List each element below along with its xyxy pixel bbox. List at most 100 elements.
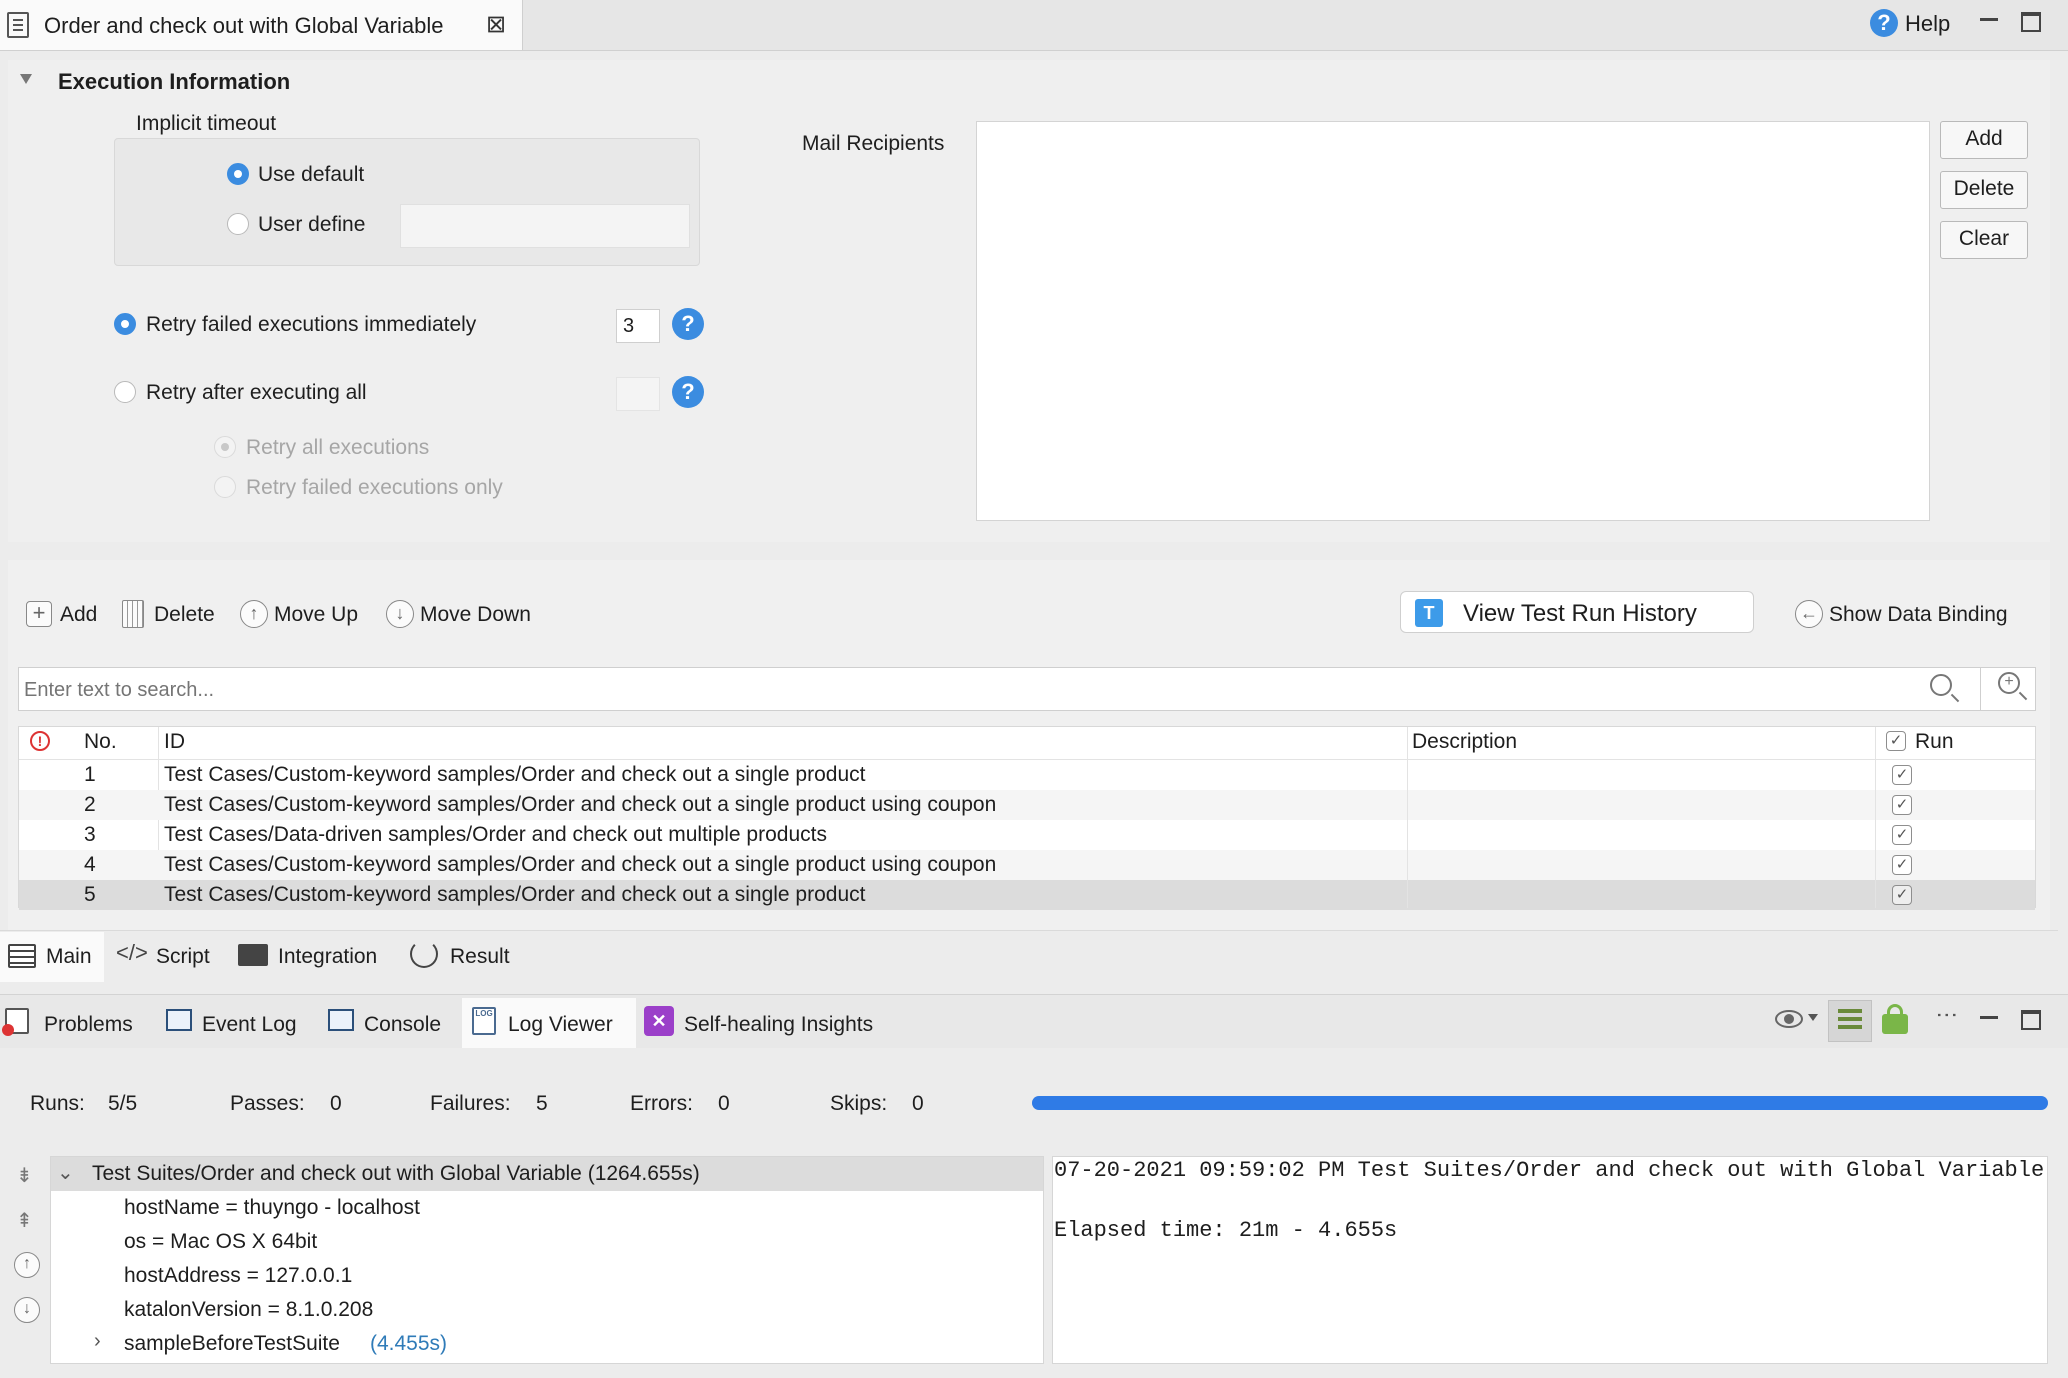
passes-label: Passes:	[230, 1092, 305, 1115]
table-row[interactable]: 1 Test Cases/Custom-keyword samples/Orde…	[19, 760, 2035, 790]
log-prop-hostaddress[interactable]: hostAddress = 127.0.0.1	[124, 1264, 352, 1288]
retry-all-radio[interactable]	[214, 436, 236, 458]
retry-immediately-count-input[interactable]: 3	[616, 309, 660, 343]
log-prop-katalonversion[interactable]: katalonVersion = 8.1.0.208	[124, 1298, 373, 1322]
trash-icon[interactable]	[122, 600, 144, 628]
mail-clear-button[interactable]: Clear	[1940, 221, 2028, 259]
help-label[interactable]: Help	[1905, 11, 1950, 37]
log-detail-line2: Elapsed time: 21m - 4.655s	[1054, 1218, 1398, 1243]
table-row-selected[interactable]: 5 Test Cases/Custom-keyword samples/Orde…	[19, 880, 2035, 910]
maximize-icon[interactable]	[2021, 12, 2041, 32]
retry-after-count-input[interactable]	[616, 377, 660, 411]
retry-immediately-help-icon[interactable]: ?	[672, 308, 704, 340]
previous-icon[interactable]: ↑	[14, 1252, 40, 1278]
log-viewer-icon: LOG	[472, 1007, 496, 1035]
retry-after-help-icon[interactable]: ?	[672, 376, 704, 408]
tree-view-icon	[1838, 1009, 1862, 1033]
table-row[interactable]: 3 Test Cases/Data-driven samples/Order a…	[19, 820, 2035, 850]
run-checkbox[interactable]: ✓	[1892, 795, 1912, 815]
arrow-up-icon[interactable]: ↑	[240, 600, 268, 628]
log-child-time: (4.455s)	[370, 1332, 448, 1355]
collapse-all-icon[interactable]: ⇟	[16, 1163, 33, 1188]
retry-immediately-radio[interactable]	[114, 313, 136, 335]
next-icon[interactable]: ↓	[14, 1297, 40, 1323]
advanced-search-icon[interactable]: +	[1998, 672, 2020, 694]
retry-all-label: Retry all executions	[246, 436, 430, 459]
mail-delete-button[interactable]: Delete	[1940, 171, 2028, 209]
table-row[interactable]: 2 Test Cases/Custom-keyword samples/Orde…	[19, 790, 2035, 820]
arrow-left-icon[interactable]: ←	[1795, 600, 1823, 628]
progress-bar	[1032, 1096, 2048, 1110]
run-all-checkbox[interactable]: ✓	[1886, 731, 1906, 751]
move-down-button[interactable]: Move Down	[420, 603, 531, 627]
integration-tab-icon	[238, 944, 268, 966]
tab-script[interactable]: Script	[156, 945, 210, 969]
editor-tab[interactable]: Order and check out with Global Variable…	[0, 0, 523, 50]
tab-console[interactable]: Console	[364, 1013, 441, 1037]
table-row[interactable]: 4 Test Cases/Custom-keyword samples/Orde…	[19, 850, 2035, 880]
column-header-description[interactable]: Description	[1412, 727, 1517, 757]
column-divider	[1407, 760, 1408, 908]
expand-all-icon[interactable]: ⇞	[16, 1208, 33, 1233]
tab-main-label: Main	[46, 945, 92, 968]
use-default-radio[interactable]	[227, 163, 249, 185]
run-checkbox[interactable]: ✓	[1892, 885, 1912, 905]
chevron-down-icon[interactable]: ⌄	[57, 1160, 74, 1185]
delete-test-case-button[interactable]: Delete	[154, 603, 215, 627]
help-icon[interactable]: ?	[1870, 9, 1898, 37]
log-tree-root[interactable]: Test Suites/Order and check out with Glo…	[92, 1162, 700, 1186]
collapse-triangle-icon[interactable]	[20, 74, 32, 84]
close-icon[interactable]: ⊠	[486, 10, 506, 39]
retry-after-radio[interactable]	[114, 381, 136, 403]
log-prop-hostname[interactable]: hostName = thuyngo - localhost	[124, 1196, 420, 1220]
arrow-down-icon[interactable]: ↓	[386, 600, 414, 628]
mail-recipients-label: Mail Recipients	[802, 132, 945, 155]
minimize-panel-icon[interactable]	[1980, 1016, 1998, 1019]
view-test-run-history-button[interactable]: T View Test Run History	[1400, 591, 1754, 633]
add-icon[interactable]: +	[26, 601, 52, 627]
row-id: Test Cases/Custom-keyword samples/Order …	[164, 853, 997, 876]
user-define-label: User define	[258, 213, 366, 236]
failures-value: 5	[536, 1092, 548, 1115]
tab-problems[interactable]: Problems	[44, 1013, 133, 1037]
lock-shackle	[1887, 1004, 1903, 1018]
row-number: 5	[84, 883, 96, 906]
chevron-down-icon[interactable]	[1808, 1014, 1818, 1021]
eye-pupil	[1784, 1014, 1794, 1024]
errors-label: Errors:	[630, 1092, 693, 1115]
tab-result[interactable]: Result	[450, 945, 510, 969]
search-input[interactable]	[22, 670, 1906, 710]
run-checkbox[interactable]: ✓	[1892, 765, 1912, 785]
retry-failed-only-radio[interactable]	[214, 476, 236, 498]
show-data-binding-button[interactable]: Show Data Binding	[1829, 603, 2008, 627]
passes-value: 0	[330, 1092, 342, 1115]
console-icon	[328, 1009, 354, 1031]
mail-add-button[interactable]: Add	[1940, 121, 2028, 159]
run-checkbox[interactable]: ✓	[1892, 825, 1912, 845]
search-icon[interactable]	[1930, 674, 1952, 696]
mail-recipients-list[interactable]	[976, 121, 1930, 521]
runs-value: 5/5	[108, 1092, 138, 1115]
script-tab-icon: </>	[116, 940, 148, 965]
tab-event-log[interactable]: Event Log	[202, 1013, 297, 1037]
minimize-icon[interactable]	[1980, 18, 1998, 21]
column-header-id[interactable]: ID	[164, 727, 185, 757]
run-checkbox[interactable]: ✓	[1892, 855, 1912, 875]
maximize-panel-icon[interactable]	[2021, 1010, 2041, 1030]
more-options-icon[interactable]: ⋮	[1935, 1004, 1960, 1026]
column-header-run[interactable]: Run	[1915, 727, 1954, 757]
error-column-icon: !	[30, 731, 50, 751]
chevron-right-icon[interactable]: ›	[94, 1330, 101, 1353]
column-header-no[interactable]: No.	[84, 727, 117, 757]
tab-integration[interactable]: Integration	[278, 945, 377, 969]
move-up-button[interactable]: Move Up	[274, 603, 358, 627]
row-number: 1	[84, 763, 96, 786]
add-test-case-button[interactable]: Add	[60, 603, 97, 627]
log-child-name[interactable]: sampleBeforeTestSuite	[124, 1332, 340, 1356]
user-define-input[interactable]	[400, 204, 690, 248]
tab-self-healing-insights[interactable]: Self-healing Insights	[684, 1013, 873, 1037]
implicit-timeout-label: Implicit timeout	[136, 112, 277, 135]
log-prop-os[interactable]: os = Mac OS X 64bit	[124, 1230, 317, 1254]
runs-label: Runs:	[30, 1092, 85, 1115]
user-define-radio[interactable]	[227, 213, 249, 235]
